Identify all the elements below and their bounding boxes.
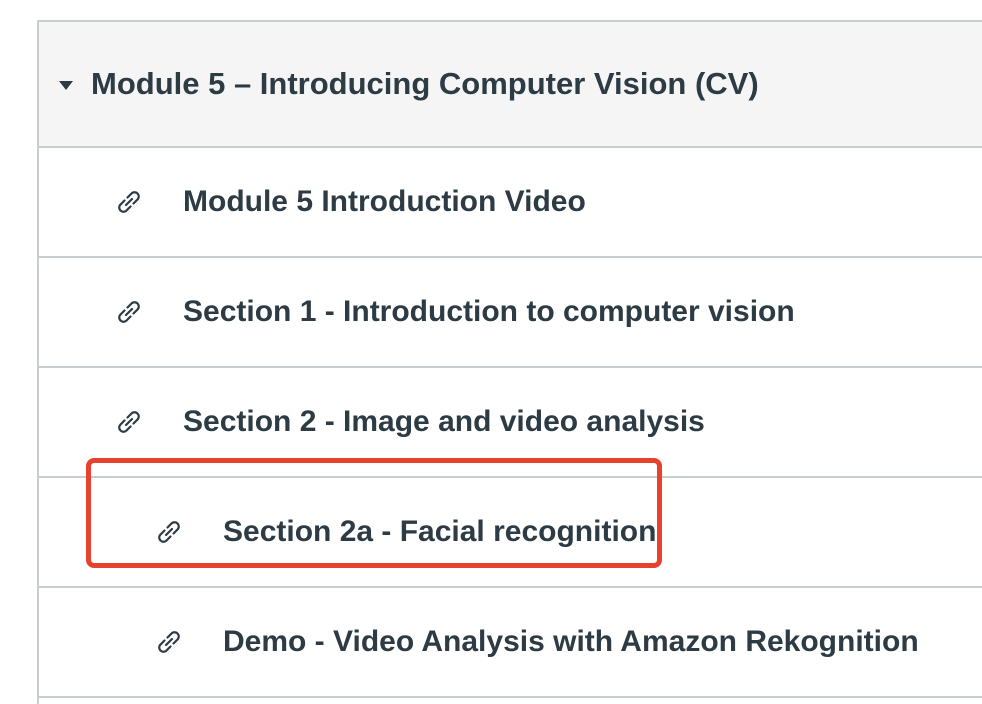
module-item-title[interactable]: Section 2 - Image and video analysis [183,405,705,439]
module-item[interactable]: Module 5 Introduction Video [39,148,982,258]
module-item-title[interactable]: Demo - Video Analysis with Amazon Rekogn… [223,625,919,659]
module-title[interactable]: Module 5 – Introducing Computer Vision (… [91,66,759,102]
module-header[interactable]: Module 5 – Introducing Computer Vision (… [39,22,982,148]
module-item[interactable]: Section 1 - Introduction to computer vis… [39,258,982,368]
module-item[interactable]: Section 2 - Image and video analysis [39,368,982,478]
module-item-title[interactable]: Section 1 - Introduction to computer vis… [183,295,795,329]
link-icon [118,411,140,433]
link-icon [158,521,180,543]
module-container: Module 5 – Introducing Computer Vision (… [37,20,982,704]
module-item-title[interactable]: Section 2a - Facial recognition [223,515,656,549]
module-item-title[interactable]: Module 5 Introduction Video [183,185,586,219]
link-icon [118,191,140,213]
link-icon [118,301,140,323]
caret-down-icon[interactable] [59,80,73,90]
module-item[interactable]: Demo - Video Analysis with Amazon Rekogn… [39,588,982,698]
link-icon [158,631,180,653]
module-item[interactable]: Section 2a - Facial recognition [39,478,982,588]
